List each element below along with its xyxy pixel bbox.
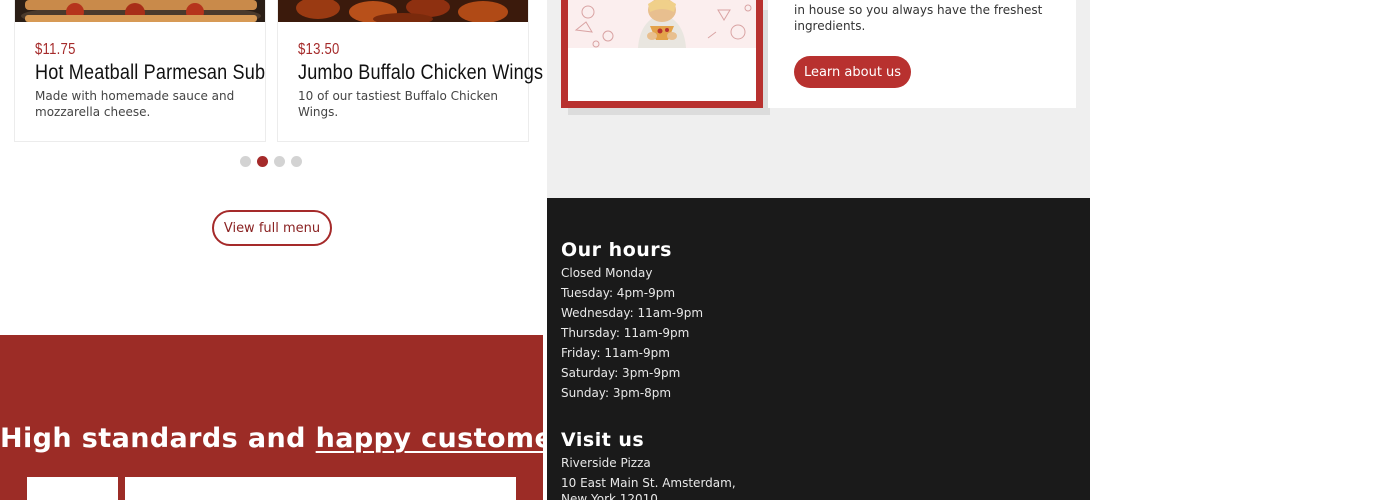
item-price: $11.75 [35,41,76,58]
business-name: Riverside Pizza [561,456,651,470]
address-line[interactable]: 10 East Main St. Amsterdam, [561,476,736,490]
hours-line: Tuesday: 4pm-9pm [561,286,676,300]
carousel-dots [240,156,302,167]
review-card [27,477,118,500]
view-full-menu-button[interactable]: View full menu [212,210,332,246]
person-eating-pizza-photo [568,0,756,48]
standards-section: High standards and happy customers [0,335,583,500]
item-description: 10 of our tastiest Buffalo Chicken Wings… [298,89,499,119]
hours-line: Friday: 11am-9pm [561,346,670,360]
meatball-sub-photo [15,0,265,22]
hours-line: Saturday: 3pm-9pm [561,366,681,380]
address-line[interactable]: New York 12010 [561,492,658,500]
hours-line: Sunday: 3pm-8pm [561,386,672,400]
hours-line: Wednesday: 11am-9pm [561,306,704,320]
hours-heading: Our hours [561,239,672,261]
carousel-dot[interactable] [274,156,285,167]
carousel-dot-active[interactable] [257,156,268,167]
carousel-dot[interactable] [240,156,251,167]
carousel-dot[interactable] [291,156,302,167]
item-title[interactable]: Jumbo Buffalo Chicken Wings [298,61,543,85]
chicken-wings-photo [278,0,528,22]
learn-about-us-button[interactable]: Learn about us [794,56,911,88]
visit-heading: Visit us [561,429,645,451]
menu-card[interactable]: $11.75 Hot Meatball Parmesan Sub Made wi… [14,0,266,142]
hours-line: Thursday: 11am-9pm [561,326,690,340]
review-card [125,477,516,500]
standards-heading: High standards and happy customers [0,423,583,454]
item-title[interactable]: Hot Meatball Parmesan Sub [35,61,265,85]
menu-card[interactable]: $13.50 Jumbo Buffalo Chicken Wings 10 of… [277,0,543,142]
standards-heading-text: High standards and [0,423,316,454]
happy-customers-link[interactable]: happy customers [316,423,584,454]
about-text: in house so you always have the freshest… [794,3,1043,33]
item-price: $13.50 [298,41,340,58]
item-description: Made with homemade sauce and mozzarella … [35,89,235,119]
hours-line: Closed Monday [561,266,653,280]
